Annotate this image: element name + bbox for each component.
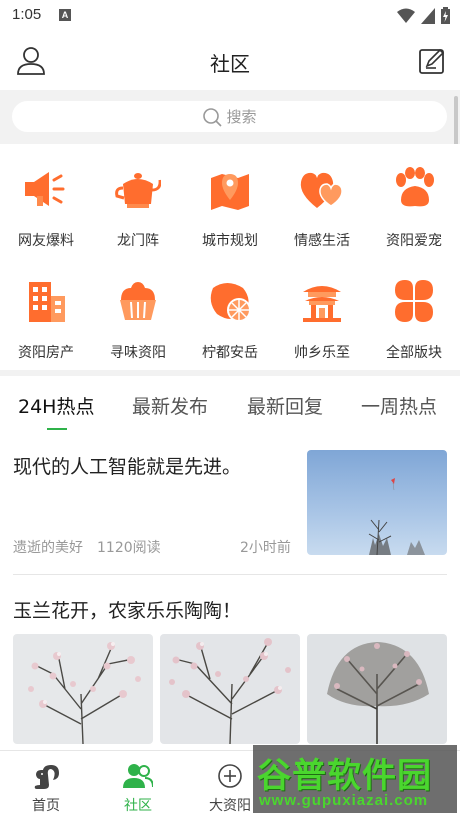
- map-pin-icon: [211, 174, 249, 210]
- category-ziyang-aichong[interactable]: 资阳爱宠: [368, 144, 460, 254]
- category-qinggan-shenghuo[interactable]: 情感生活: [276, 144, 368, 254]
- search-bar-area: 搜索: [0, 90, 460, 144]
- category-shuaixiang-lezhi[interactable]: 帅乡乐至: [276, 256, 368, 366]
- post-author: 遗逝的美好: [13, 540, 83, 556]
- edit-post-icon[interactable]: [418, 47, 446, 75]
- tab-weekly-hot[interactable]: 一周热点: [361, 392, 437, 419]
- search-input[interactable]: 搜索: [12, 101, 447, 132]
- nav-community[interactable]: 社区: [92, 751, 184, 817]
- lemon-icon: [210, 283, 251, 322]
- megaphone-icon: [25, 172, 65, 206]
- category-grid: 网友爆料 龙门阵 城市规划 情感生活 资阳爱宠 资阳房产 寻味资阳 柠都安岳 帅…: [0, 144, 460, 372]
- community-people-icon: [123, 764, 153, 788]
- search-icon: [203, 107, 223, 127]
- post-item[interactable]: 现代的人工智能就是先进。 遗逝的美好 1120阅读 2小时前: [0, 432, 460, 575]
- category-label: 寻味资阳: [110, 345, 166, 361]
- watermark-logo: 谷普软件园: [257, 756, 432, 796]
- category-label: 资阳爱宠: [386, 233, 442, 249]
- paw-icon: [396, 167, 434, 207]
- tab-latest-posts[interactable]: 最新发布: [132, 392, 208, 419]
- category-ziyang-fangchan[interactable]: 资阳房产: [0, 256, 92, 366]
- status-time: 1:05: [12, 6, 42, 23]
- clover-grid-icon: [395, 280, 433, 322]
- status-bar: 1:05 A: [0, 0, 460, 32]
- post-image: [307, 634, 447, 744]
- category-label: 帅乡乐至: [294, 345, 350, 361]
- category-xunwei-ziyang[interactable]: 寻味资阳: [92, 256, 184, 366]
- search-placeholder: 搜索: [226, 108, 257, 126]
- post-read-count: 1120阅读: [97, 540, 161, 556]
- category-ningdu-anyue[interactable]: 柠都安岳: [184, 256, 276, 366]
- post-thumbnail: [307, 450, 447, 555]
- hearts-icon: [300, 172, 343, 208]
- tab-24h-hot[interactable]: 24H热点: [18, 392, 94, 419]
- nav-label: 社区: [124, 798, 152, 814]
- category-label: 资阳房产: [18, 345, 74, 361]
- category-label: 全部版块: [386, 345, 442, 361]
- feed-tabs: 24H热点 最新发布 最新回复 一周热点: [0, 376, 460, 432]
- signal-icon: [421, 7, 435, 24]
- post-time: 2小时前: [240, 540, 291, 556]
- watermark-url: www.gupuxiazai.com: [259, 792, 429, 809]
- notification-a-icon: A: [59, 9, 71, 21]
- pavilion-icon: [303, 286, 341, 322]
- app-header: 社区: [0, 32, 460, 90]
- category-label: 龙门阵: [117, 233, 159, 249]
- post-meta: 遗逝的美好 1120阅读: [13, 537, 161, 557]
- cupcake-icon: [120, 282, 156, 320]
- status-icons: [397, 7, 450, 24]
- category-label: 网友爆料: [18, 233, 74, 249]
- post-title: 玉兰花开，农家乐乐陶陶！: [13, 600, 242, 622]
- tab-latest-replies[interactable]: 最新回复: [247, 392, 323, 419]
- nav-home[interactable]: 首页: [0, 751, 92, 817]
- post-item[interactable]: 玉兰花开，农家乐乐陶陶！: [0, 575, 460, 755]
- squirrel-home-icon: [34, 765, 59, 789]
- category-label: 情感生活: [294, 233, 350, 249]
- page-title: 社区: [210, 52, 250, 76]
- category-wangyou-baoliao[interactable]: 网友爆料: [0, 144, 92, 254]
- post-title: 现代的人工智能就是先进。: [13, 456, 242, 478]
- category-longmenzhen[interactable]: 龙门阵: [92, 144, 184, 254]
- post-image: [13, 634, 153, 744]
- battery-icon: [441, 7, 450, 24]
- nav-label: 首页: [32, 798, 60, 814]
- plus-circle-icon: [218, 764, 242, 788]
- category-chengshi-guihua[interactable]: 城市规划: [184, 144, 276, 254]
- teapot-icon: [115, 173, 161, 208]
- category-label: 城市规划: [202, 233, 258, 249]
- active-tab-indicator: [47, 428, 67, 430]
- wifi-icon: [397, 8, 415, 23]
- category-all-boards[interactable]: 全部版块: [368, 256, 460, 366]
- building-icon: [29, 282, 65, 322]
- category-label: 柠都安岳: [202, 345, 258, 361]
- post-image: [160, 634, 300, 744]
- watermark: 谷普软件园 www.gupuxiazai.com: [253, 745, 457, 813]
